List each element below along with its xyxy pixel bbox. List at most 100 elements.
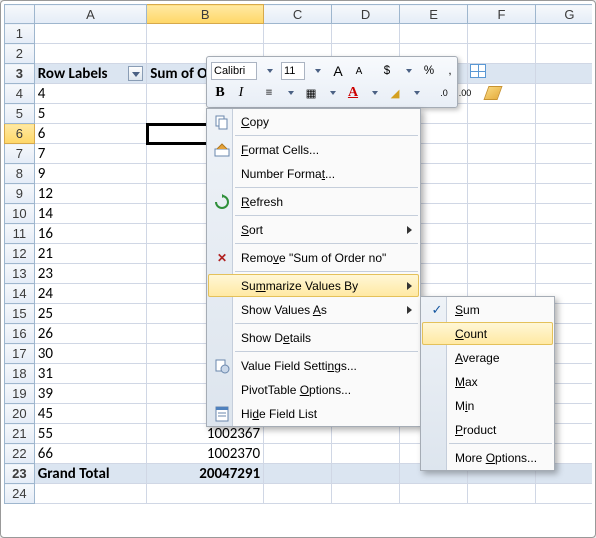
row-header[interactable]: 6 [5,124,35,144]
menu-pivottable-options[interactable]: PivotTable Options... [208,378,419,401]
font-color-dropdown-icon[interactable] [365,83,383,103]
row-header[interactable]: 3 [5,64,35,84]
menu-sort[interactable]: Sort [208,218,419,241]
percent-button[interactable]: % [420,61,438,81]
font-color-button[interactable]: A [344,83,362,103]
comma-style-button[interactable]: , [441,61,459,81]
pivot-row-label[interactable]: 30 [34,344,147,364]
row-header[interactable]: 22 [5,444,35,464]
select-all-corner[interactable] [5,5,35,24]
font-size-input[interactable] [281,62,305,80]
row-header[interactable]: 19 [5,384,35,404]
bold-button[interactable]: B [211,83,229,103]
row-header[interactable]: 24 [5,484,35,504]
font-name-input[interactable] [211,62,257,80]
pivot-row-label[interactable]: 9 [34,164,147,184]
menu-refresh[interactable]: Refresh [208,190,419,213]
row-header[interactable]: 4 [5,84,35,104]
fill-color-icon[interactable]: ◢ [386,83,404,103]
row-header[interactable]: 11 [5,224,35,244]
grand-total-value[interactable]: 20047291 [147,464,264,484]
row-header[interactable]: 5 [5,104,35,124]
format-painter-icon[interactable] [484,83,502,103]
pivot-row-label[interactable]: 23 [34,264,147,284]
menu-show-details[interactable]: Show Details [208,326,419,349]
pivot-row-label[interactable]: 5 [34,104,147,124]
row-header[interactable]: 9 [5,184,35,204]
submenu-sum[interactable]: ✓ Sum [422,298,553,321]
pivot-row-label[interactable]: 66 [34,444,147,464]
row-header[interactable]: 15 [5,304,35,324]
submenu-max[interactable]: Max [422,370,553,393]
row-header[interactable]: 20 [5,404,35,424]
pivot-row-label[interactable]: 55 [34,424,147,444]
submenu-product[interactable]: Product [422,418,553,441]
pivot-row-label[interactable]: 25 [34,304,147,324]
submenu-min[interactable]: Min [422,394,553,417]
row-header[interactable]: 16 [5,324,35,344]
align-dropdown-icon[interactable] [281,83,299,103]
pivot-row-label[interactable]: 14 [34,204,147,224]
fill-color-dropdown-icon[interactable] [407,83,425,103]
borders-dropdown-icon[interactable] [323,83,341,103]
pivot-row-label[interactable]: 26 [34,324,147,344]
row-header[interactable]: 21 [5,424,35,444]
submenu-average[interactable]: Average [422,346,553,369]
menu-remove-field[interactable]: ✕ Remove "Sum of Order no" [208,246,419,269]
row-header[interactable]: 14 [5,284,35,304]
cells-icon[interactable] [469,61,487,81]
col-header-d[interactable]: D [332,5,400,24]
filter-dropdown-icon[interactable] [128,66,143,81]
pivot-row-label[interactable]: 16 [34,224,147,244]
menu-value-field-settings[interactable]: Value Field Settings... [208,354,419,377]
row-header[interactable]: 12 [5,244,35,264]
currency-dropdown-icon[interactable] [399,61,417,81]
pivot-row-label[interactable]: 6 [34,124,147,144]
submenu-count[interactable]: Count [422,322,553,345]
pivot-value-cell[interactable]: 1002370 [147,444,264,464]
pivot-row-label[interactable]: 39 [34,384,147,404]
shrink-font-button[interactable]: A [350,61,368,81]
pivot-row-label[interactable]: 24 [34,284,147,304]
pivot-row-label[interactable]: 7 [34,144,147,164]
decrease-decimal-button[interactable]: .00 [456,83,474,103]
pivot-row-label[interactable]: 45 [34,404,147,424]
row-header[interactable]: 23 [5,464,35,484]
row-header[interactable]: 18 [5,364,35,384]
col-header-c[interactable]: C [264,5,332,24]
italic-button[interactable]: I [232,83,250,103]
font-size-dropdown-icon[interactable] [308,61,326,81]
grand-total-label[interactable]: Grand Total [34,464,147,484]
row-header[interactable]: 13 [5,264,35,284]
pivot-row-label[interactable]: 21 [34,244,147,264]
col-header-e[interactable]: E [400,5,468,24]
increase-decimal-button[interactable]: .0 [435,83,453,103]
menu-hide-field-list[interactable]: Hide Field List [208,402,419,425]
row-header[interactable]: 7 [5,144,35,164]
borders-icon[interactable]: ▦ [302,83,320,103]
col-header-a[interactable]: A [34,5,147,24]
col-header-g[interactable]: G [535,5,592,24]
col-header-b[interactable]: B [147,5,264,24]
menu-summarize-values-by[interactable]: Summarize Values By [208,274,419,297]
pivot-row-labels-header[interactable]: Row Labels [34,64,147,84]
row-header[interactable]: 2 [5,44,35,64]
menu-label: Min [455,399,474,413]
row-header[interactable]: 1 [5,24,35,44]
menu-copy[interactable]: CCopyopy [208,110,419,133]
pivot-row-label[interactable]: 4 [34,84,147,104]
pivot-row-label[interactable]: 31 [34,364,147,384]
submenu-more-options[interactable]: More Options... [422,446,553,469]
row-header[interactable]: 17 [5,344,35,364]
row-header[interactable]: 10 [5,204,35,224]
menu-format-cells[interactable]: Format Cells... [208,138,419,161]
pivot-row-label[interactable]: 12 [34,184,147,204]
menu-number-format[interactable]: Number Format... [208,162,419,185]
currency-button[interactable]: $ [378,61,396,81]
menu-show-values-as[interactable]: Show Values As [208,298,419,321]
align-center-icon[interactable]: ≡ [260,83,278,103]
row-header[interactable]: 8 [5,164,35,184]
font-name-dropdown-icon[interactable] [260,61,278,81]
grow-font-button[interactable]: A [329,61,347,81]
col-header-f[interactable]: F [468,5,536,24]
